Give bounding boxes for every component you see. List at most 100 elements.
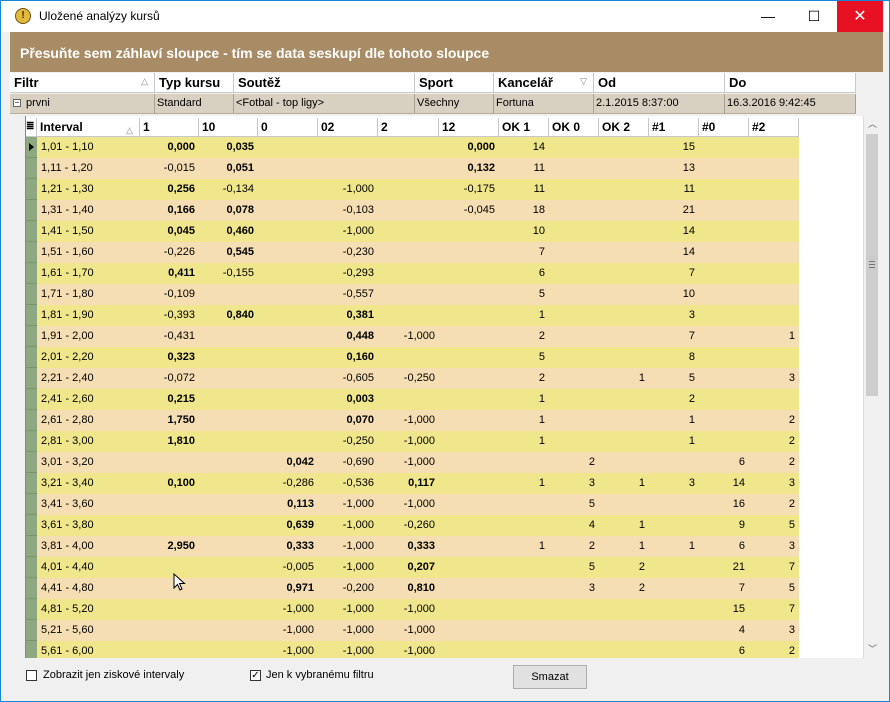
value-cell[interactable] (549, 410, 599, 431)
interval-cell[interactable]: 1,61 - 1,70 (37, 263, 140, 284)
value-cell[interactable]: 16 (699, 494, 749, 515)
value-cell[interactable] (699, 431, 749, 452)
value-cell[interactable] (549, 347, 599, 368)
close-button[interactable]: ✕ (837, 1, 883, 32)
filter-column-header[interactable]: Soutěž (234, 73, 415, 93)
scroll-down-icon[interactable]: ﹀ (864, 641, 881, 658)
value-cell[interactable]: 0,042 (258, 452, 318, 473)
interval-cell[interactable]: 1,91 - 2,00 (37, 326, 140, 347)
value-cell[interactable] (439, 473, 499, 494)
filter-cell[interactable]: 16.3.2016 9:42:45 (725, 94, 856, 113)
value-cell[interactable]: -0,005 (258, 557, 318, 578)
value-cell[interactable]: -0,536 (318, 473, 378, 494)
value-cell[interactable] (549, 599, 599, 620)
value-cell[interactable] (549, 200, 599, 221)
row-indicator[interactable] (26, 284, 37, 305)
value-cell[interactable] (499, 641, 549, 658)
row-indicator[interactable] (26, 305, 37, 326)
value-cell[interactable]: 1 (499, 536, 549, 557)
value-cell[interactable]: 0,971 (258, 578, 318, 599)
value-cell[interactable]: 2 (599, 578, 649, 599)
value-cell[interactable]: -0,250 (318, 431, 378, 452)
value-cell[interactable] (649, 557, 699, 578)
value-cell[interactable]: 14 (499, 137, 549, 158)
value-cell[interactable] (699, 137, 749, 158)
value-cell[interactable] (439, 347, 499, 368)
value-cell[interactable] (378, 221, 439, 242)
maximize-button[interactable]: ☐ (791, 1, 837, 32)
value-cell[interactable]: 1 (599, 536, 649, 557)
value-cell[interactable]: -0,226 (140, 242, 199, 263)
detail-column-header[interactable]: #0 (699, 118, 749, 137)
row-indicator[interactable] (26, 431, 37, 452)
value-cell[interactable] (599, 137, 649, 158)
value-cell[interactable]: 3 (649, 473, 699, 494)
filter-column-header[interactable]: Filtr △ (10, 73, 155, 93)
value-cell[interactable] (599, 347, 649, 368)
value-cell[interactable] (439, 620, 499, 641)
value-cell[interactable] (749, 137, 799, 158)
value-cell[interactable]: 1 (499, 431, 549, 452)
value-cell[interactable] (599, 641, 649, 658)
value-cell[interactable] (439, 494, 499, 515)
value-cell[interactable] (140, 494, 199, 515)
value-cell[interactable] (258, 158, 318, 179)
value-cell[interactable] (749, 221, 799, 242)
value-cell[interactable]: -0,260 (378, 515, 439, 536)
value-cell[interactable] (199, 431, 258, 452)
value-cell[interactable] (140, 452, 199, 473)
value-cell[interactable] (199, 284, 258, 305)
value-cell[interactable] (549, 389, 599, 410)
row-indicator[interactable] (26, 620, 37, 641)
value-cell[interactable] (199, 641, 258, 658)
value-cell[interactable] (499, 452, 549, 473)
value-cell[interactable]: -1,000 (378, 452, 439, 473)
value-cell[interactable] (499, 557, 549, 578)
value-cell[interactable] (649, 599, 699, 620)
row-indicator[interactable] (26, 326, 37, 347)
value-cell[interactable]: 0,545 (199, 242, 258, 263)
value-cell[interactable] (599, 179, 649, 200)
value-cell[interactable]: -0,250 (378, 368, 439, 389)
interval-cell[interactable]: 3,01 - 3,20 (37, 452, 140, 473)
value-cell[interactable] (258, 347, 318, 368)
value-cell[interactable] (140, 515, 199, 536)
value-cell[interactable]: 0,323 (140, 347, 199, 368)
group-by-panel[interactable]: Přesuňte sem záhlaví sloupce - tím se da… (10, 32, 883, 72)
value-cell[interactable] (439, 389, 499, 410)
detail-column-header[interactable]: #2 (749, 118, 799, 137)
value-cell[interactable]: -1,000 (318, 620, 378, 641)
value-cell[interactable]: 0,166 (140, 200, 199, 221)
value-cell[interactable] (649, 494, 699, 515)
value-cell[interactable]: -0,557 (318, 284, 378, 305)
value-cell[interactable]: 2 (549, 452, 599, 473)
value-cell[interactable] (599, 326, 649, 347)
current-row-indicator-icon[interactable] (26, 137, 37, 158)
value-cell[interactable]: 8 (649, 347, 699, 368)
filter-cell[interactable]: 2.1.2015 8:37:00 (594, 94, 725, 113)
value-cell[interactable] (378, 389, 439, 410)
value-cell[interactable] (699, 242, 749, 263)
value-cell[interactable] (549, 263, 599, 284)
value-cell[interactable]: -1,000 (318, 641, 378, 658)
interval-cell[interactable]: 1,41 - 1,50 (37, 221, 140, 242)
value-cell[interactable]: 11 (499, 158, 549, 179)
value-cell[interactable] (140, 599, 199, 620)
row-indicator[interactable] (26, 473, 37, 494)
value-cell[interactable]: 5 (549, 494, 599, 515)
row-indicator[interactable] (26, 347, 37, 368)
value-cell[interactable]: -0,175 (439, 179, 499, 200)
value-cell[interactable] (140, 620, 199, 641)
interval-cell[interactable]: 2,01 - 2,20 (37, 347, 140, 368)
value-cell[interactable]: 14 (649, 221, 699, 242)
value-cell[interactable] (199, 452, 258, 473)
value-cell[interactable]: 0,070 (318, 410, 378, 431)
value-cell[interactable] (549, 305, 599, 326)
value-cell[interactable] (439, 242, 499, 263)
value-cell[interactable]: -0,431 (140, 326, 199, 347)
value-cell[interactable] (699, 221, 749, 242)
value-cell[interactable]: 10 (649, 284, 699, 305)
value-cell[interactable]: 2 (749, 641, 799, 658)
profitable-only-checkbox[interactable] (26, 670, 37, 681)
value-cell[interactable]: 15 (649, 137, 699, 158)
